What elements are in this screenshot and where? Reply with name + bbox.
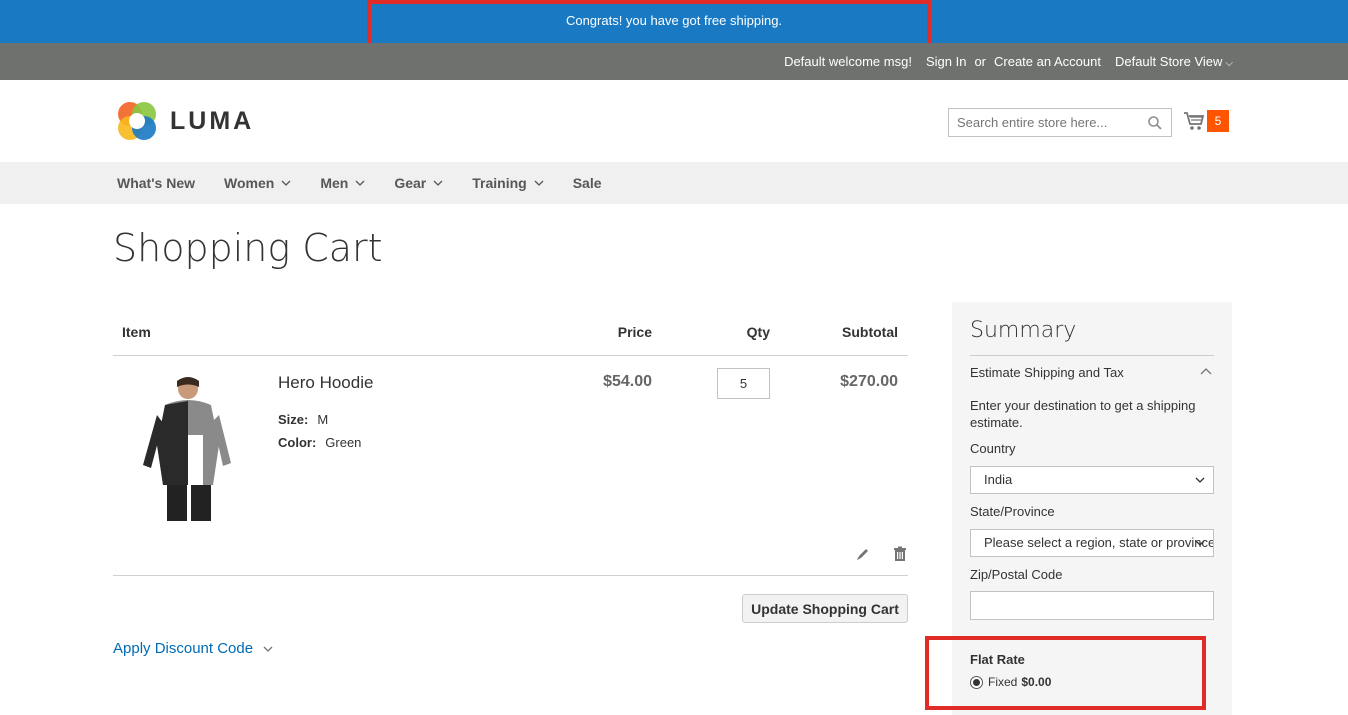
nav-item-label: Training (472, 175, 527, 191)
hero-hoodie-product-image[interactable] (125, 375, 245, 522)
search-input[interactable] (949, 109, 1139, 136)
nav-item-sale[interactable]: Sale (573, 175, 602, 191)
column-header-price: Price (617, 324, 652, 340)
zip-label: Zip/Postal Code (970, 567, 1063, 582)
or-separator: or (974, 54, 986, 69)
main-nav: What's New Women Men Gear Training Sale (0, 162, 1348, 204)
chevron-down-icon (534, 180, 544, 186)
nav-item-label: Men (320, 175, 349, 191)
cart-item-divider (113, 575, 908, 576)
country-value: India (984, 472, 1013, 487)
top-bar: Default welcome msg! Sign In or Create a… (0, 43, 1348, 80)
search-box (948, 108, 1172, 137)
summary-divider (970, 355, 1214, 356)
product-name-link[interactable]: Hero Hoodie (278, 373, 373, 393)
search-icon[interactable] (1147, 115, 1163, 131)
color-label: Color: (278, 435, 317, 450)
shopping-cart-icon (1184, 112, 1205, 130)
chevron-down-icon: ⌵ (1225, 58, 1233, 69)
country-label: Country (970, 441, 1016, 456)
site-header: LUMA 5 (0, 80, 1348, 162)
apply-discount-code-toggle[interactable]: Apply Discount Code (113, 640, 273, 657)
product-option-color: Color: Green (278, 435, 361, 450)
country-select[interactable]: India (970, 466, 1214, 494)
logo-text: LUMA (170, 106, 255, 135)
summary-title: Summary (970, 318, 1077, 343)
update-shopping-cart-button[interactable]: Update Shopping Cart (742, 594, 908, 623)
qty-input[interactable] (717, 368, 770, 399)
luma-logo-icon (118, 102, 156, 140)
item-subtotal: $270.00 (840, 373, 898, 390)
column-header-subtotal: Subtotal (842, 324, 898, 340)
discount-label: Apply Discount Code (113, 640, 254, 657)
chevron-down-icon (1195, 540, 1205, 546)
chevron-down-icon (281, 180, 291, 186)
table-header-divider (113, 355, 908, 356)
size-value: M (317, 412, 329, 427)
chevron-down-icon (263, 646, 273, 652)
chevron-down-icon (1195, 477, 1205, 483)
column-header-qty: Qty (746, 324, 770, 340)
chevron-down-icon (433, 180, 443, 186)
store-view-label: Default Store View (1114, 54, 1223, 69)
estimate-shipping-toggle[interactable]: Estimate Shipping and Tax (970, 365, 1124, 380)
nav-item-label: Women (224, 175, 275, 191)
flat-rate-highlight-box (925, 636, 1206, 710)
estimate-instructions: Enter your destination to get a shipping… (970, 398, 1196, 430)
color-value: Green (325, 435, 362, 450)
nav-item-label: Sale (572, 175, 602, 191)
create-account-link[interactable]: Create an Account (994, 54, 1101, 69)
trash-icon[interactable] (892, 546, 908, 562)
nav-item-men[interactable]: Men (320, 175, 365, 191)
size-label: Size: (278, 412, 309, 427)
nav-item-label: Gear (394, 175, 427, 191)
chevron-down-icon (355, 180, 365, 186)
state-select[interactable]: Please select a region, state or provinc… (970, 529, 1214, 557)
minicart[interactable]: 5 (1183, 110, 1229, 132)
column-header-item: Item (122, 324, 151, 340)
page-title: Shopping Cart (113, 226, 383, 270)
nav-item-training[interactable]: Training (472, 175, 544, 191)
zip-input[interactable] (970, 591, 1214, 620)
nav-item-whats-new[interactable]: What's New (117, 175, 195, 191)
state-label: State/Province (970, 504, 1055, 519)
nav-item-women[interactable]: Women (224, 175, 291, 191)
nav-item-label: What's New (117, 175, 196, 191)
nav-item-gear[interactable]: Gear (394, 175, 443, 191)
state-value: Please select a region, state or provinc… (984, 535, 1214, 550)
welcome-message: Default welcome msg! (784, 54, 912, 69)
luma-logo[interactable]: LUMA (116, 100, 254, 142)
chevron-up-icon[interactable] (1200, 368, 1212, 375)
store-view-switcher[interactable]: Default Store View ⌵ (1115, 54, 1233, 69)
edit-pencil-icon[interactable] (855, 546, 871, 562)
product-option-size: Size: M (278, 412, 328, 427)
cart-count-badge: 5 (1207, 110, 1229, 132)
sign-in-link[interactable]: Sign In (926, 54, 966, 69)
item-price: $54.00 (603, 373, 652, 390)
